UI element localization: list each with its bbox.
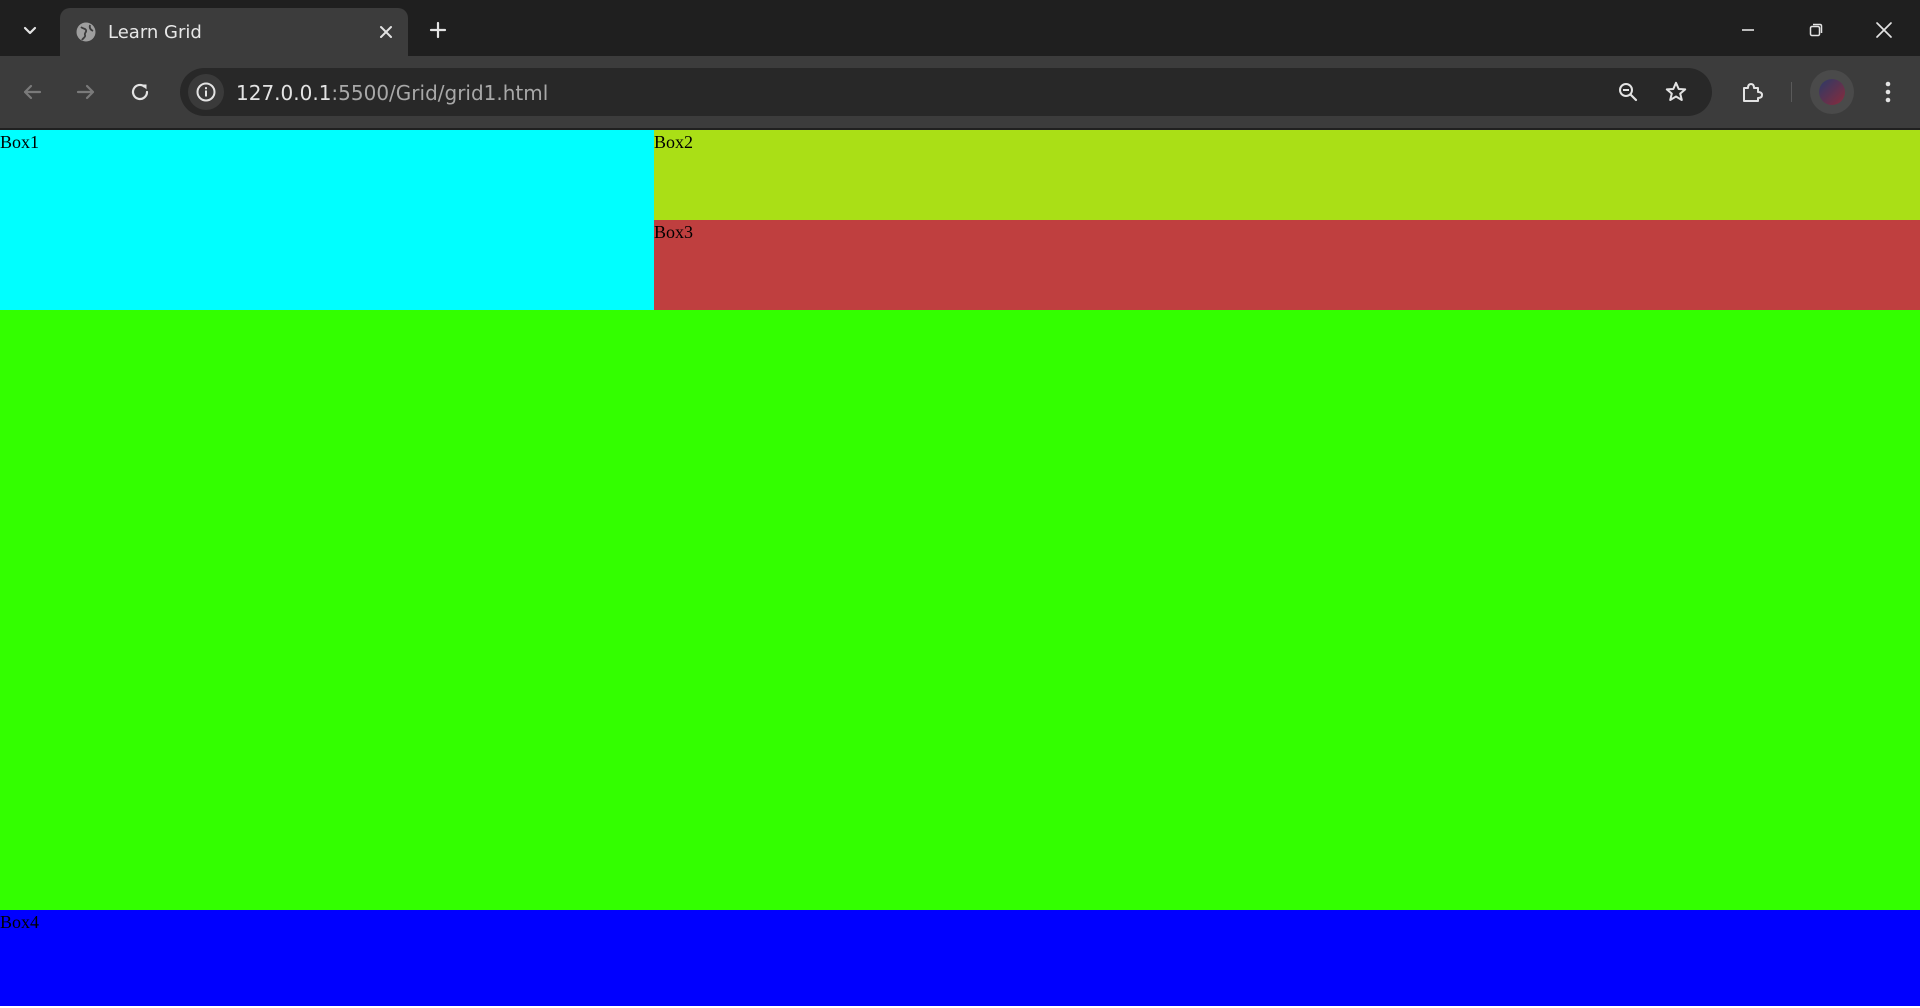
green-box bbox=[0, 310, 1920, 910]
tab-search-button[interactable] bbox=[14, 14, 46, 46]
box3: Box3 bbox=[654, 220, 1920, 310]
url-host: 127.0.0.1 bbox=[236, 81, 332, 105]
minimize-button[interactable] bbox=[1728, 10, 1768, 50]
minimize-icon bbox=[1742, 29, 1754, 31]
puzzle-icon bbox=[1743, 83, 1763, 102]
address-bar[interactable]: 127.0.0.1:5500/Grid/grid1.html bbox=[180, 68, 1712, 116]
url-text[interactable]: 127.0.0.1:5500/Grid/grid1.html bbox=[236, 81, 548, 105]
arrow-left-icon bbox=[23, 84, 42, 100]
plus-icon bbox=[429, 21, 447, 39]
star-icon bbox=[1665, 81, 1687, 101]
info-icon bbox=[196, 82, 216, 102]
arrow-right-icon bbox=[76, 84, 95, 100]
close-window-button[interactable] bbox=[1864, 10, 1904, 50]
tab-strip: Learn Grid bbox=[0, 0, 1920, 56]
toolbar-separator bbox=[1791, 82, 1792, 102]
close-icon bbox=[380, 26, 392, 38]
extensions-button[interactable] bbox=[1734, 74, 1770, 110]
tab-close-button[interactable] bbox=[374, 20, 398, 44]
profile-avatar[interactable] bbox=[1810, 70, 1854, 114]
restore-icon bbox=[1809, 23, 1823, 37]
site-info-button[interactable] bbox=[188, 74, 224, 110]
new-tab-button[interactable] bbox=[422, 14, 454, 46]
page-viewport: Box1 Box2 Box3 Box4 bbox=[0, 128, 1920, 1008]
forward-button[interactable] bbox=[68, 74, 104, 110]
box2: Box2 bbox=[654, 130, 1920, 220]
reload-icon bbox=[131, 83, 149, 101]
globe-icon bbox=[74, 20, 98, 44]
reload-button[interactable] bbox=[122, 74, 158, 110]
avatar-image bbox=[1819, 79, 1845, 105]
kebab-menu-icon bbox=[1885, 81, 1891, 103]
browser-toolbar: 127.0.0.1:5500/Grid/grid1.html bbox=[0, 56, 1920, 128]
tab-title: Learn Grid bbox=[108, 22, 202, 43]
browser-menu-button[interactable] bbox=[1870, 74, 1906, 110]
box1: Box1 bbox=[0, 130, 654, 310]
url-path: :5500/Grid/grid1.html bbox=[331, 81, 549, 105]
chevron-down-icon bbox=[23, 26, 37, 35]
restore-button[interactable] bbox=[1796, 10, 1836, 50]
close-window-icon bbox=[1876, 22, 1892, 38]
back-button[interactable] bbox=[14, 74, 50, 110]
grid-container: Box1 Box2 Box3 Box4 bbox=[0, 130, 1920, 1008]
bookmark-button[interactable] bbox=[1660, 76, 1692, 108]
zoom-button[interactable] bbox=[1612, 76, 1644, 108]
box4: Box4 bbox=[0, 910, 1920, 1006]
zoom-out-icon bbox=[1619, 83, 1638, 102]
tab-learn-grid[interactable]: Learn Grid bbox=[60, 8, 408, 56]
